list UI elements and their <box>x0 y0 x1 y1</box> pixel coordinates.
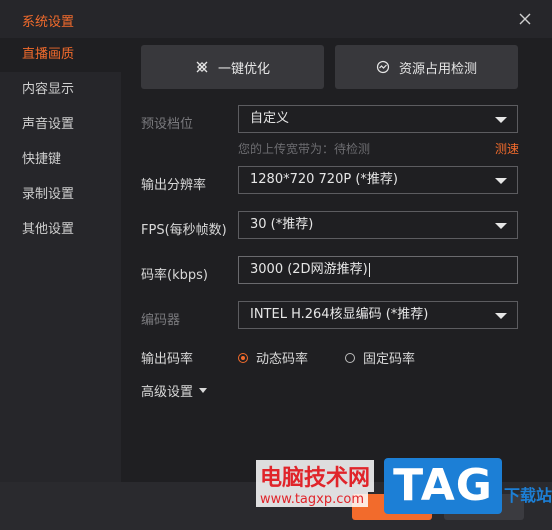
settings-panel: 一键优化 资源占用检测 预设档位 自定义 您的上传宽带为：待检测 测速 输出分辨… <box>121 38 552 482</box>
bitrate-value: 3000 (2D网游推荐) <box>250 262 368 277</box>
radio-checked-icon <box>238 352 248 363</box>
chevron-down-icon <box>495 313 507 319</box>
dynamic-bitrate-radio[interactable]: 动态码率 <box>238 348 308 367</box>
advanced-settings-toggle[interactable]: 高级设置 <box>141 381 208 400</box>
title-bar: 系统设置 <box>0 0 552 38</box>
sidebar-item-recording-settings[interactable]: 录制设置 <box>0 178 121 212</box>
magic-optimize-icon <box>196 61 208 73</box>
chevron-down-icon <box>495 178 507 184</box>
watermark-url: www.tagxp.com <box>256 492 368 507</box>
output-bitrate-label: 输出码率 <box>141 352 194 367</box>
sidebar: 直播画质 内容显示 声音设置 快捷键 录制设置 其他设置 <box>0 38 121 482</box>
encoder-select[interactable]: INTEL H.264核显编码 (*推荐) <box>238 301 518 329</box>
chevron-down-icon <box>495 223 507 229</box>
sidebar-item-other-settings[interactable]: 其他设置 <box>0 213 121 247</box>
preset-select[interactable]: 自定义 <box>238 105 518 133</box>
text-cursor <box>368 262 370 277</box>
sidebar-item-shortcuts[interactable]: 快捷键 <box>0 143 121 177</box>
resolution-value: 1280*720 720P (*推荐) <box>250 172 398 187</box>
close-button[interactable] <box>514 8 536 30</box>
dynamic-bitrate-label: 动态码率 <box>256 352 309 367</box>
window-title: 系统设置 <box>22 15 75 30</box>
fps-label: FPS(每秒帧数) <box>141 223 227 238</box>
fps-select[interactable]: 30 (*推荐) <box>238 211 518 239</box>
caret-down-icon <box>199 388 208 393</box>
preset-value: 自定义 <box>250 111 290 126</box>
resource-check-label: 资源占用检测 <box>398 61 477 77</box>
optimize-button[interactable]: 一键优化 <box>141 45 324 89</box>
sidebar-item-content-display[interactable]: 内容显示 <box>0 73 121 107</box>
fixed-bitrate-label: 固定码率 <box>363 352 416 367</box>
sidebar-item-stream-quality[interactable]: 直播画质 <box>0 38 121 72</box>
resource-check-button[interactable]: 资源占用检测 <box>335 45 518 89</box>
advanced-settings-label: 高级设置 <box>141 385 194 400</box>
watermark-logo: TAG <box>384 458 502 514</box>
close-icon <box>519 13 531 25</box>
monitor-icon <box>376 60 390 74</box>
watermark-overlay: 电脑技术网 www.tagxp.com TAG 下载站 <box>248 458 552 530</box>
encoder-label: 编码器 <box>141 313 181 328</box>
optimize-label: 一键优化 <box>217 61 270 77</box>
fixed-bitrate-radio[interactable]: 固定码率 <box>345 348 415 367</box>
resolution-label: 输出分辨率 <box>141 178 207 193</box>
radio-unchecked-icon <box>345 352 355 363</box>
preset-label: 预设档位 <box>141 117 194 132</box>
sidebar-item-audio-settings[interactable]: 声音设置 <box>0 108 121 142</box>
bandwidth-hint: 您的上传宽带为：待检测 <box>238 142 371 156</box>
bitrate-label: 码率(kbps) <box>141 268 208 283</box>
watermark-site-name: 电脑技术网 <box>256 460 375 492</box>
speed-test-link[interactable]: 测速 <box>495 140 519 157</box>
encoder-value: INTEL H.264核显编码 (*推荐) <box>250 307 429 322</box>
watermark-download-text: 下载站 <box>504 486 552 505</box>
resolution-select[interactable]: 1280*720 720P (*推荐) <box>238 166 518 194</box>
bitrate-input[interactable]: 3000 (2D网游推荐) <box>238 256 518 284</box>
chevron-down-icon <box>495 117 507 123</box>
fps-value: 30 (*推荐) <box>250 217 314 232</box>
